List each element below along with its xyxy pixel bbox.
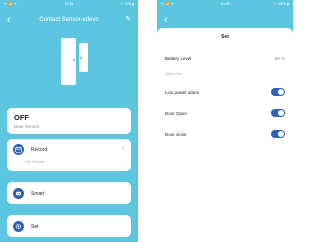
device-status-card: OFF Door Sensor (7, 108, 131, 134)
battery-level-label: Battery Level (165, 56, 192, 61)
battery-status: ⚡ 71% ▮ (120, 2, 134, 6)
settings-title: Set (221, 34, 229, 40)
set-menu-item[interactable]: Set (7, 215, 131, 237)
battery-level-row: Battery Level 66 % (165, 54, 285, 66)
smart-menu-item[interactable]: Smart (7, 182, 131, 204)
sensor-body (61, 38, 76, 85)
device-state: OFF (14, 113, 29, 122)
screenshot-pair: ᯤ 📶 ᯤ 10:15 ⚡ 71% ▮ ‹ Contact Sensor-vde… (0, 0, 293, 242)
magnet-indicator-dot (80, 57, 82, 59)
status-bar: ᯤ 📶 ᯤ 10:15 ⚡ 71% ▮ (0, 0, 138, 8)
door-close-label: Door close (165, 132, 187, 137)
door-close-toggle[interactable] (271, 130, 285, 138)
nav-bar: ‹ (157, 12, 293, 28)
record-label: Record (31, 147, 48, 153)
battery-status: ⚡ 100% ▮ (273, 2, 289, 6)
door-open-toggle[interactable] (271, 109, 285, 117)
low-power-alarm-toggle[interactable] (271, 88, 285, 96)
low-power-alarm-row: Low power alarm (165, 88, 285, 100)
smart-label: Smart (31, 190, 45, 197)
settings-panel: Set Battery Level 66 % Alarm Set Low pow… (157, 28, 293, 242)
door-open-label: Door Open (165, 111, 188, 116)
alarm-section-label: Alarm Set (165, 72, 182, 76)
nav-bar: ‹ Contact Sensor-vdevo ✎ (0, 12, 138, 28)
record-empty-text: + No Record (23, 160, 45, 164)
edit-icon[interactable]: ✎ (125, 12, 131, 28)
sensor-indicator-dot (73, 59, 75, 61)
set-label: Set (31, 223, 39, 230)
settings-gear-icon (13, 220, 24, 232)
back-icon[interactable]: ‹ (164, 12, 168, 28)
low-power-alarm-label: Low power alarm (165, 90, 200, 95)
settings-screen: ᯤ 📶 ᯤ 10:25 ⚡ 100% ▮ ‹ Set Battery Level… (157, 0, 293, 242)
door-open-row: Door Open (165, 109, 285, 121)
toggle-knob (277, 109, 285, 117)
chevron-right-icon: › (122, 146, 124, 152)
calendar-icon (13, 144, 24, 155)
page-title: Contact Sensor-vdevo (39, 17, 99, 23)
battery-level-value: 66 % (274, 56, 285, 61)
status-bar: ᯤ 📶 ᯤ 10:25 ⚡ 100% ▮ (157, 0, 293, 8)
device-type: Door Sensor (14, 124, 40, 129)
door-close-row: Door close (165, 130, 285, 142)
status-time: 10:25 (220, 2, 230, 6)
toggle-knob (277, 88, 285, 96)
toggle-knob (277, 130, 285, 138)
sensor-magnet (79, 43, 88, 72)
status-time: 10:15 (64, 2, 74, 6)
smart-scene-icon (13, 187, 24, 199)
record-menu-item[interactable]: Record › + No Record (7, 139, 131, 171)
device-detail-screen: ᯤ 📶 ᯤ 10:15 ⚡ 71% ▮ ‹ Contact Sensor-vde… (0, 0, 138, 242)
